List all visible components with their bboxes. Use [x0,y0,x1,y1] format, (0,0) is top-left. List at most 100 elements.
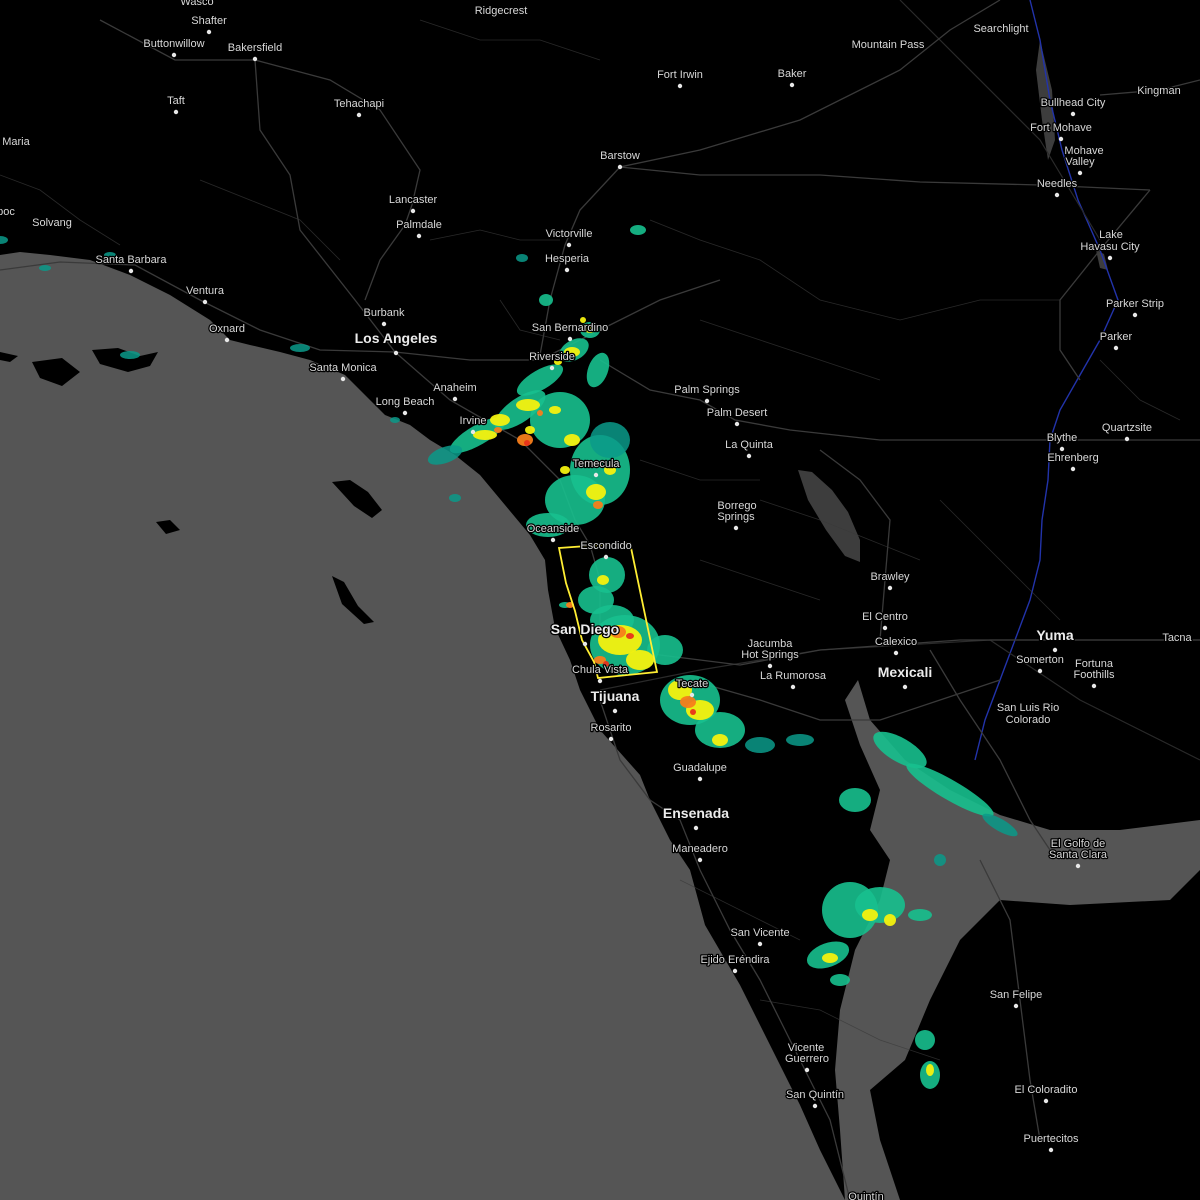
radar-echo-heavy [586,484,606,500]
city-dot [677,83,683,89]
city-label: Escondido [580,540,631,552]
city-dot [893,650,899,656]
radar-echo-heavy [884,914,896,926]
radar-echo-extreme [626,633,634,639]
city-dot [171,52,177,58]
city-dot [1070,111,1076,117]
city-dot [202,299,208,305]
city-label: Ensenada [663,805,729,821]
city-wasco: Wasco [179,0,215,9]
city-label: Hot Springs [741,649,799,661]
city-label: Tijuana [591,688,640,704]
city-label: Ventura [186,285,225,297]
city-dot [410,208,416,214]
city-dot [381,321,387,327]
city-label: Palm Desert [707,407,768,419]
city-label: Guerrero [785,1053,829,1065]
city-dot [1043,1098,1049,1104]
map-canvas[interactable]: Shafter Wasco Buttonwillow Bakersfield Ridge… [0,0,1200,1200]
city-label: Barstow [600,150,640,162]
city-label: Bullhead City [1041,97,1106,109]
city-label: Tehachapi [334,98,384,110]
city-dot [1052,647,1058,653]
city-ridgecrest: Ridgecrest [473,4,528,19]
city-dot [1113,345,1119,351]
city-label: Parker Strip [1106,298,1164,310]
radar-echo-heavy [597,575,609,585]
city-label: Rosarito [591,722,632,734]
city-label: Santa Barbara [96,254,168,266]
city-label: Ehrenberg [1047,452,1098,464]
city-dot [1054,192,1060,198]
city-label: Solvang [32,217,72,229]
city-label: La Quinta [725,439,774,451]
city-dot [608,736,614,742]
city-dot [1132,312,1138,318]
city-label: Irvine [460,415,487,427]
city-dot [746,453,752,459]
city-label: Palm Springs [674,384,740,396]
city-dot [767,663,773,669]
city-maria: Maria [1,135,32,150]
city-poc: poc [0,205,17,220]
city-solvang: Solvang [31,216,73,231]
city-label: San Vicente [730,927,789,939]
city-lake-havasu-1: Lake [1098,228,1124,243]
city-dot [224,337,230,343]
city-dot [1075,863,1081,869]
city-searchlight: Searchlight [972,22,1030,37]
radar-echo-intense [537,410,543,416]
city-label: Brawley [870,571,910,583]
radar-echo-light [390,417,400,423]
city-label: Tacna [1162,632,1192,644]
city-label: Yuma [1036,627,1074,643]
radar-echo-heavy [549,406,561,414]
city-dot [617,164,623,170]
city-label: Quintín [848,1191,883,1200]
city-label: Kingman [1137,85,1180,97]
city-label: Anaheim [433,382,476,394]
city-dot [1058,136,1064,142]
city-label: San Luis Rio [997,702,1059,714]
radar-echo-heavy [560,466,570,474]
radar-echo-light [590,422,630,458]
city-label: Buttonwillow [143,38,204,50]
city-label: San Diego [551,621,619,637]
city-dot [1077,170,1083,176]
city-dot [693,825,699,831]
city-dot [1107,255,1113,261]
radar-map[interactable]: Shafter Wasco Buttonwillow Bakersfield Ridge… [0,0,1200,1200]
radar-echo-heavy [926,1064,934,1076]
city-dot [597,678,603,684]
city-dot [128,268,134,274]
city-dot [704,398,710,404]
city-dot [1059,446,1065,452]
city-dot [567,336,573,342]
city-label: Lancaster [389,194,438,206]
city-label: poc [0,206,15,218]
city-label: Fort Mohave [1030,122,1092,134]
city-label: Los Angeles [355,330,438,346]
city-dot [733,525,739,531]
city-label: Burbank [364,307,405,319]
city-label: Foothills [1074,669,1115,681]
city-dot [340,376,346,382]
city-dot [902,684,908,690]
radar-echo-heavy [516,399,540,411]
city-label: Palmdale [396,219,442,231]
city-label: Bakersfield [228,42,282,54]
city-dot [697,857,703,863]
city-dot [416,233,422,239]
city-dot [1048,1147,1054,1153]
city-label: Hesperia [545,253,590,265]
city-dot [697,776,703,782]
city-label: San Bernardino [532,322,608,334]
city-label: Mexicali [878,664,932,680]
city-label: Fort Irwin [657,69,703,81]
city-mountain-pass: Mountain Pass [850,38,926,53]
city-dot [790,684,796,690]
city-label: Calexico [875,636,917,648]
city-dot [757,941,763,947]
city-dot [402,410,408,416]
city-dot [549,365,555,371]
